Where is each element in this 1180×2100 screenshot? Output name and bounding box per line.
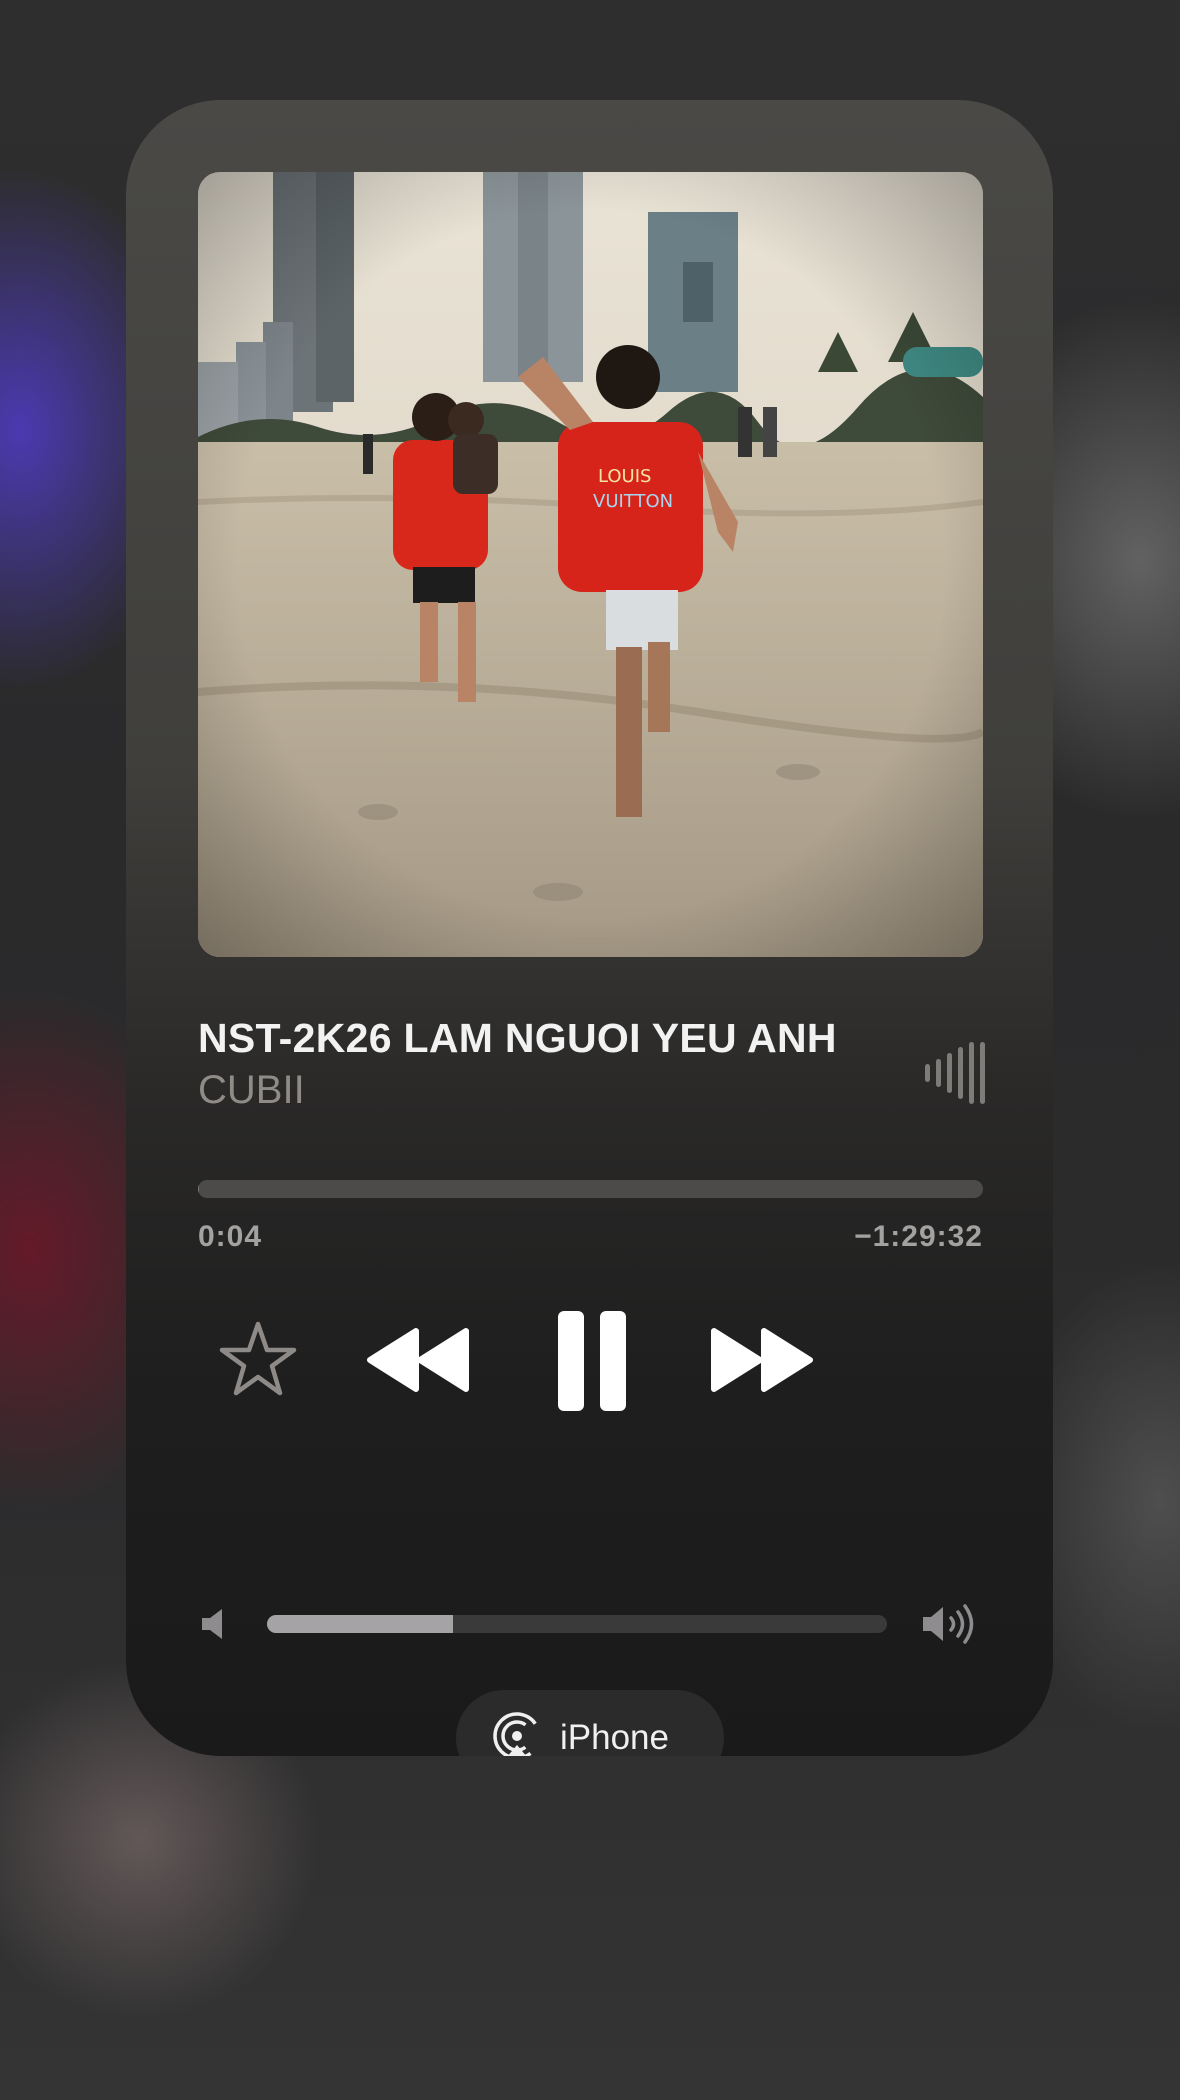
rewind-icon[interactable] (364, 1325, 474, 1395)
volume-slider[interactable] (267, 1615, 887, 1633)
playback-progress-fill (198, 1180, 199, 1198)
playback-scrubber[interactable] (198, 1180, 983, 1198)
track-title: NST-2K26 LAM NGUOI YEU ANH (198, 1015, 837, 1061)
star-icon[interactable] (216, 1318, 300, 1402)
track-artist[interactable]: CUBII (198, 1068, 305, 1113)
speaker-low-icon (202, 1609, 222, 1639)
elapsed-time: 0:04 (198, 1220, 263, 1253)
now-playing-card: LOUIS VUITTON NST-2K26 LAM NGUOI YEU ANH… (126, 100, 1053, 1756)
fast-forward-icon[interactable] (706, 1325, 816, 1395)
output-device-label: iPhone (560, 1718, 669, 1756)
pause-icon[interactable] (546, 1305, 636, 1417)
airplay-icon (493, 1712, 541, 1756)
audio-level-bars-icon (925, 1042, 985, 1104)
speaker-high-icon (923, 1604, 974, 1644)
remaining-time: −1:29:32 (854, 1220, 983, 1253)
volume-level-fill (267, 1615, 453, 1633)
album-artwork[interactable]: LOUIS VUITTON (198, 172, 983, 957)
airplay-output-button[interactable]: iPhone (456, 1690, 724, 1756)
